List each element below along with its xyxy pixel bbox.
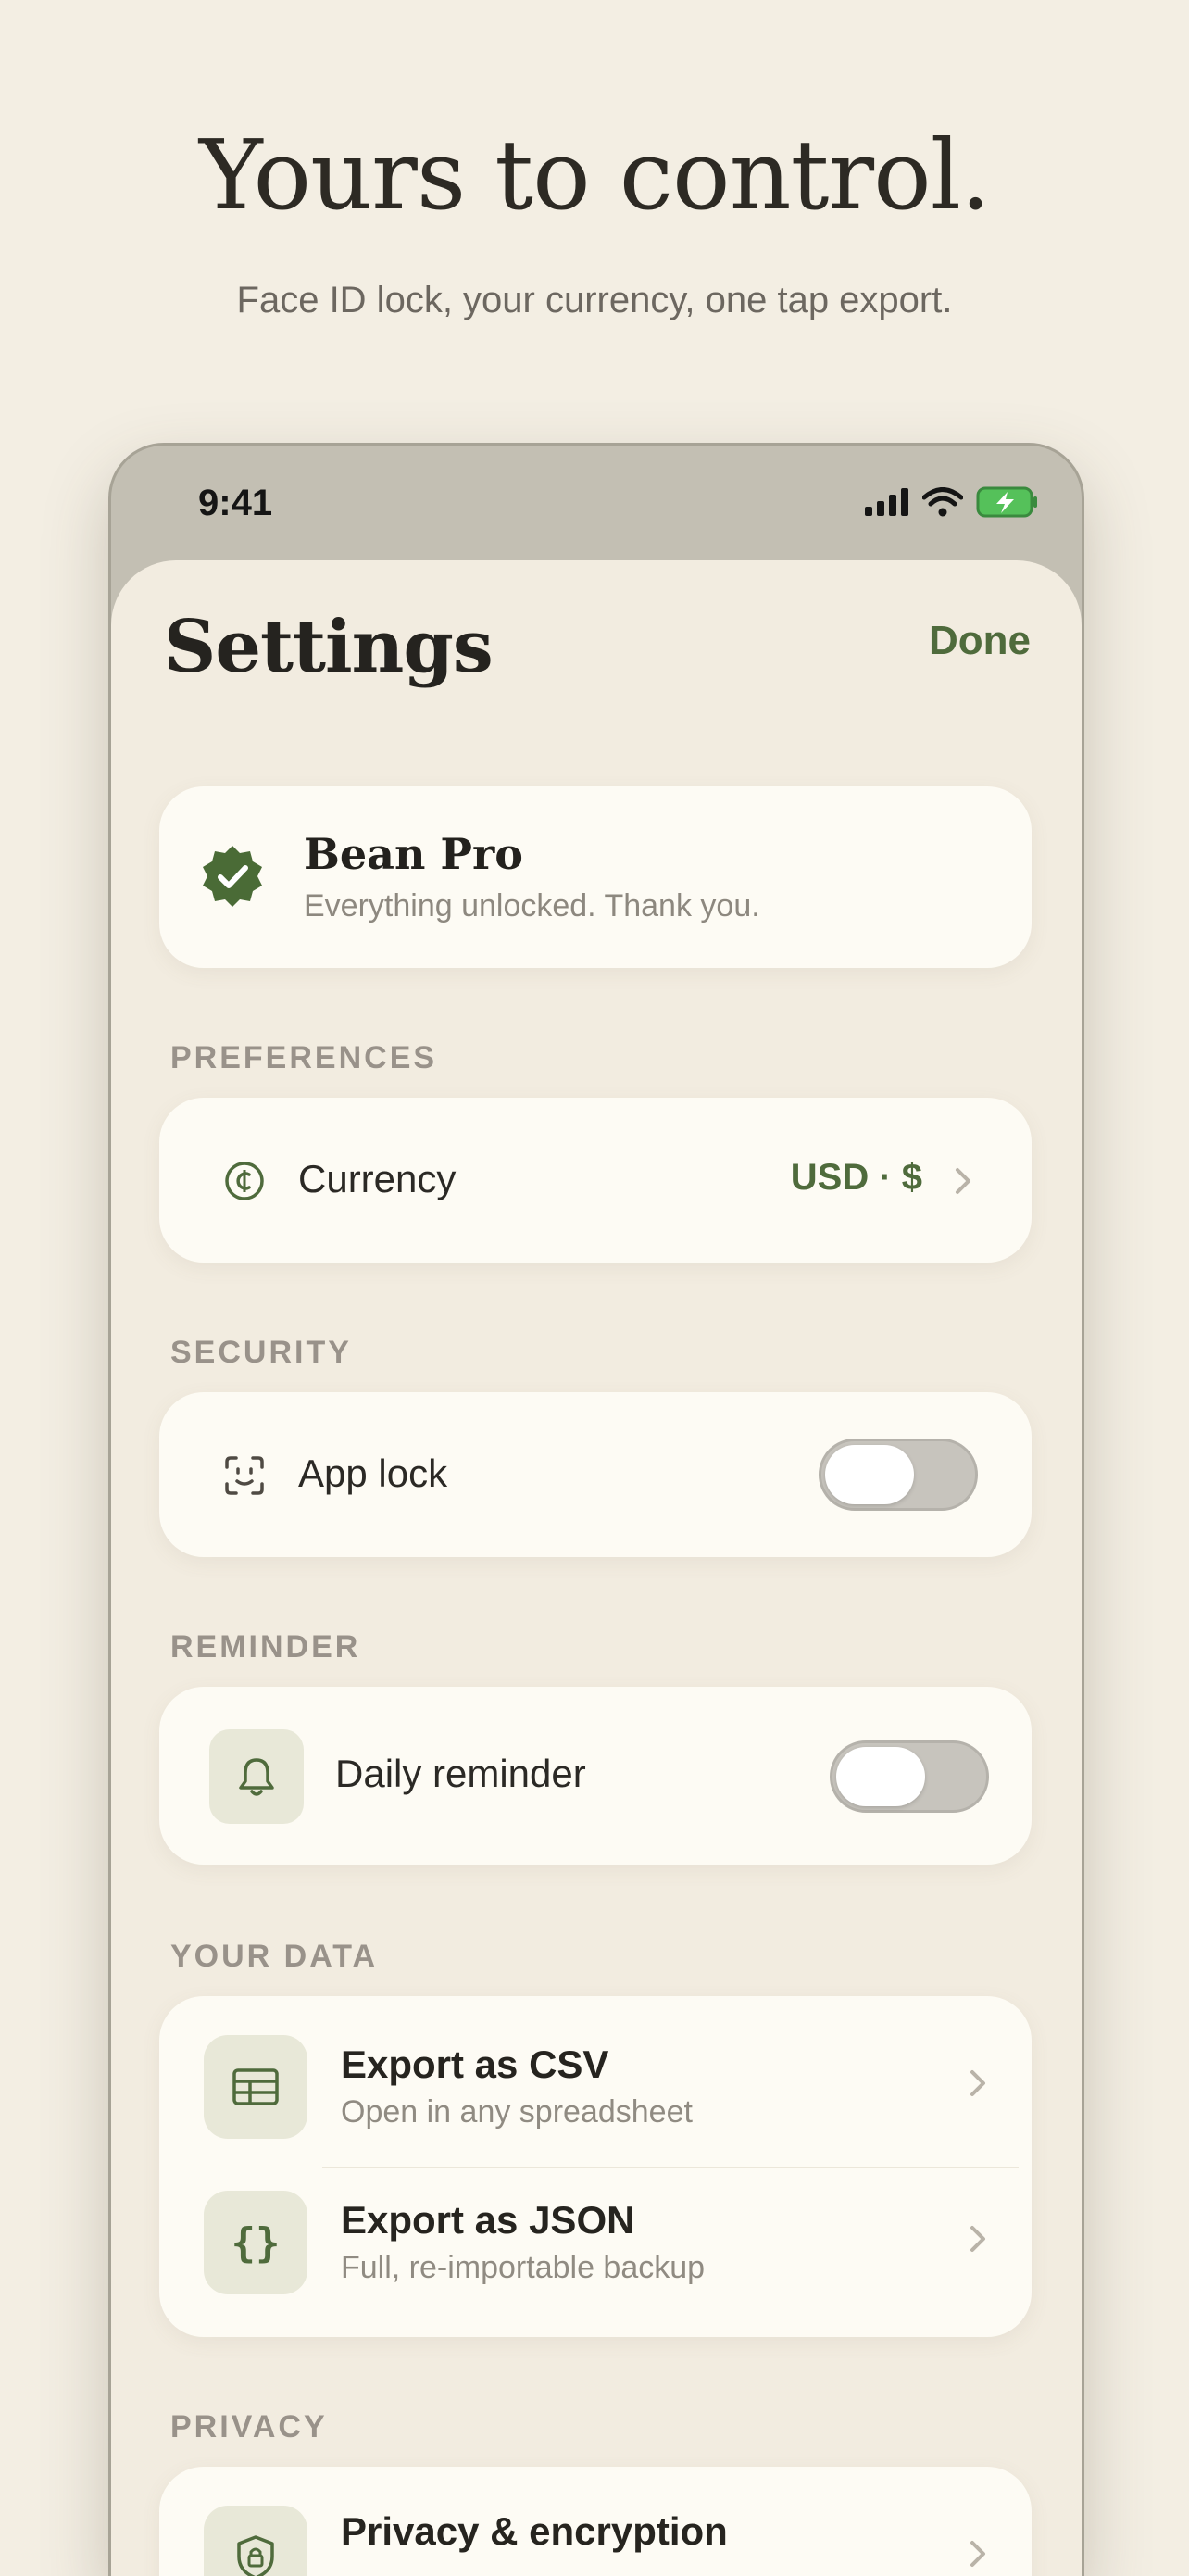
- braces-icon-tile: {}: [204, 2191, 307, 2294]
- section-label-security: SECURITY: [170, 1335, 352, 1370]
- currency-row[interactable]: Currency USD · $: [159, 1098, 1032, 1263]
- done-button[interactable]: Done: [929, 618, 1031, 664]
- section-label-your-data: YOUR DATA: [170, 1939, 379, 1974]
- braces-icon: {}: [231, 2218, 281, 2267]
- currency-label: Currency: [298, 1157, 457, 1200]
- chevron-right-icon: [970, 2070, 985, 2096]
- cellular-signal-icon: [865, 488, 908, 516]
- pro-title: Bean Pro: [304, 829, 523, 879]
- phone-frame: 9:41 Settings Done Bean Pro Everything u…: [108, 443, 1084, 2576]
- pro-subtitle: Everything unlocked. Thank you.: [304, 888, 760, 924]
- export-csv-title: Export as CSV: [341, 2042, 609, 2086]
- export-json-row[interactable]: {} Export as JSON Full, re-importable ba…: [159, 2168, 1032, 2337]
- toggle-knob: [825, 1445, 914, 1504]
- chevron-right-icon: [970, 2541, 985, 2567]
- table-icon: [232, 2068, 279, 2105]
- verified-badge-icon: [203, 846, 262, 907]
- hero-subtitle: Face ID lock, your currency, one tap exp…: [236, 280, 953, 320]
- your-data-card: Export as CSV Open in any spreadsheet {}…: [159, 1996, 1032, 2337]
- settings-title: Settings: [164, 605, 494, 689]
- shield-lock-icon: [237, 2535, 274, 2576]
- export-json-title: Export as JSON: [341, 2198, 635, 2242]
- bell-icon: [239, 1758, 274, 1796]
- app-lock-row: App lock: [159, 1392, 1032, 1557]
- chevron-right-icon: [956, 1168, 970, 1194]
- bell-icon-tile: [209, 1729, 304, 1824]
- status-time: 9:41: [198, 483, 273, 523]
- wifi-icon: [922, 487, 963, 517]
- toggle-knob: [836, 1747, 925, 1806]
- privacy-title: Privacy & encryption: [341, 2509, 728, 2553]
- face-id-icon: [225, 1456, 264, 1495]
- daily-reminder-toggle[interactable]: [830, 1740, 989, 1813]
- hero-title: Yours to control.: [198, 119, 991, 232]
- section-label-preferences: PREFERENCES: [170, 1040, 438, 1075]
- daily-reminder-label: Daily reminder: [335, 1752, 586, 1795]
- export-csv-subtitle: Open in any spreadsheet: [341, 2094, 693, 2130]
- status-bar: 9:41: [111, 446, 1082, 557]
- chevron-right-icon: [970, 2226, 985, 2252]
- shield-icon-tile: [204, 2506, 307, 2576]
- app-lock-label: App lock: [298, 1451, 448, 1495]
- settings-sheet: Settings Done Bean Pro Everything unlock…: [111, 560, 1082, 2576]
- daily-reminder-row: Daily reminder: [159, 1687, 1032, 1865]
- currency-value: USD · $: [790, 1157, 922, 1198]
- currency-cent-icon: [225, 1162, 264, 1200]
- privacy-row[interactable]: Privacy & encryption: [159, 2467, 1032, 2576]
- status-icons: [865, 486, 1039, 518]
- app-lock-toggle[interactable]: [819, 1439, 978, 1511]
- export-json-subtitle: Full, re-importable backup: [341, 2250, 706, 2285]
- pro-card[interactable]: Bean Pro Everything unlocked. Thank you.: [159, 786, 1032, 968]
- section-label-reminder: REMINDER: [170, 1629, 361, 1665]
- battery-charging-icon: [976, 486, 1037, 518]
- section-label-privacy: PRIVACY: [170, 2409, 328, 2444]
- export-csv-row[interactable]: Export as CSV Open in any spreadsheet: [159, 1996, 1032, 2165]
- table-icon-tile: [204, 2035, 307, 2139]
